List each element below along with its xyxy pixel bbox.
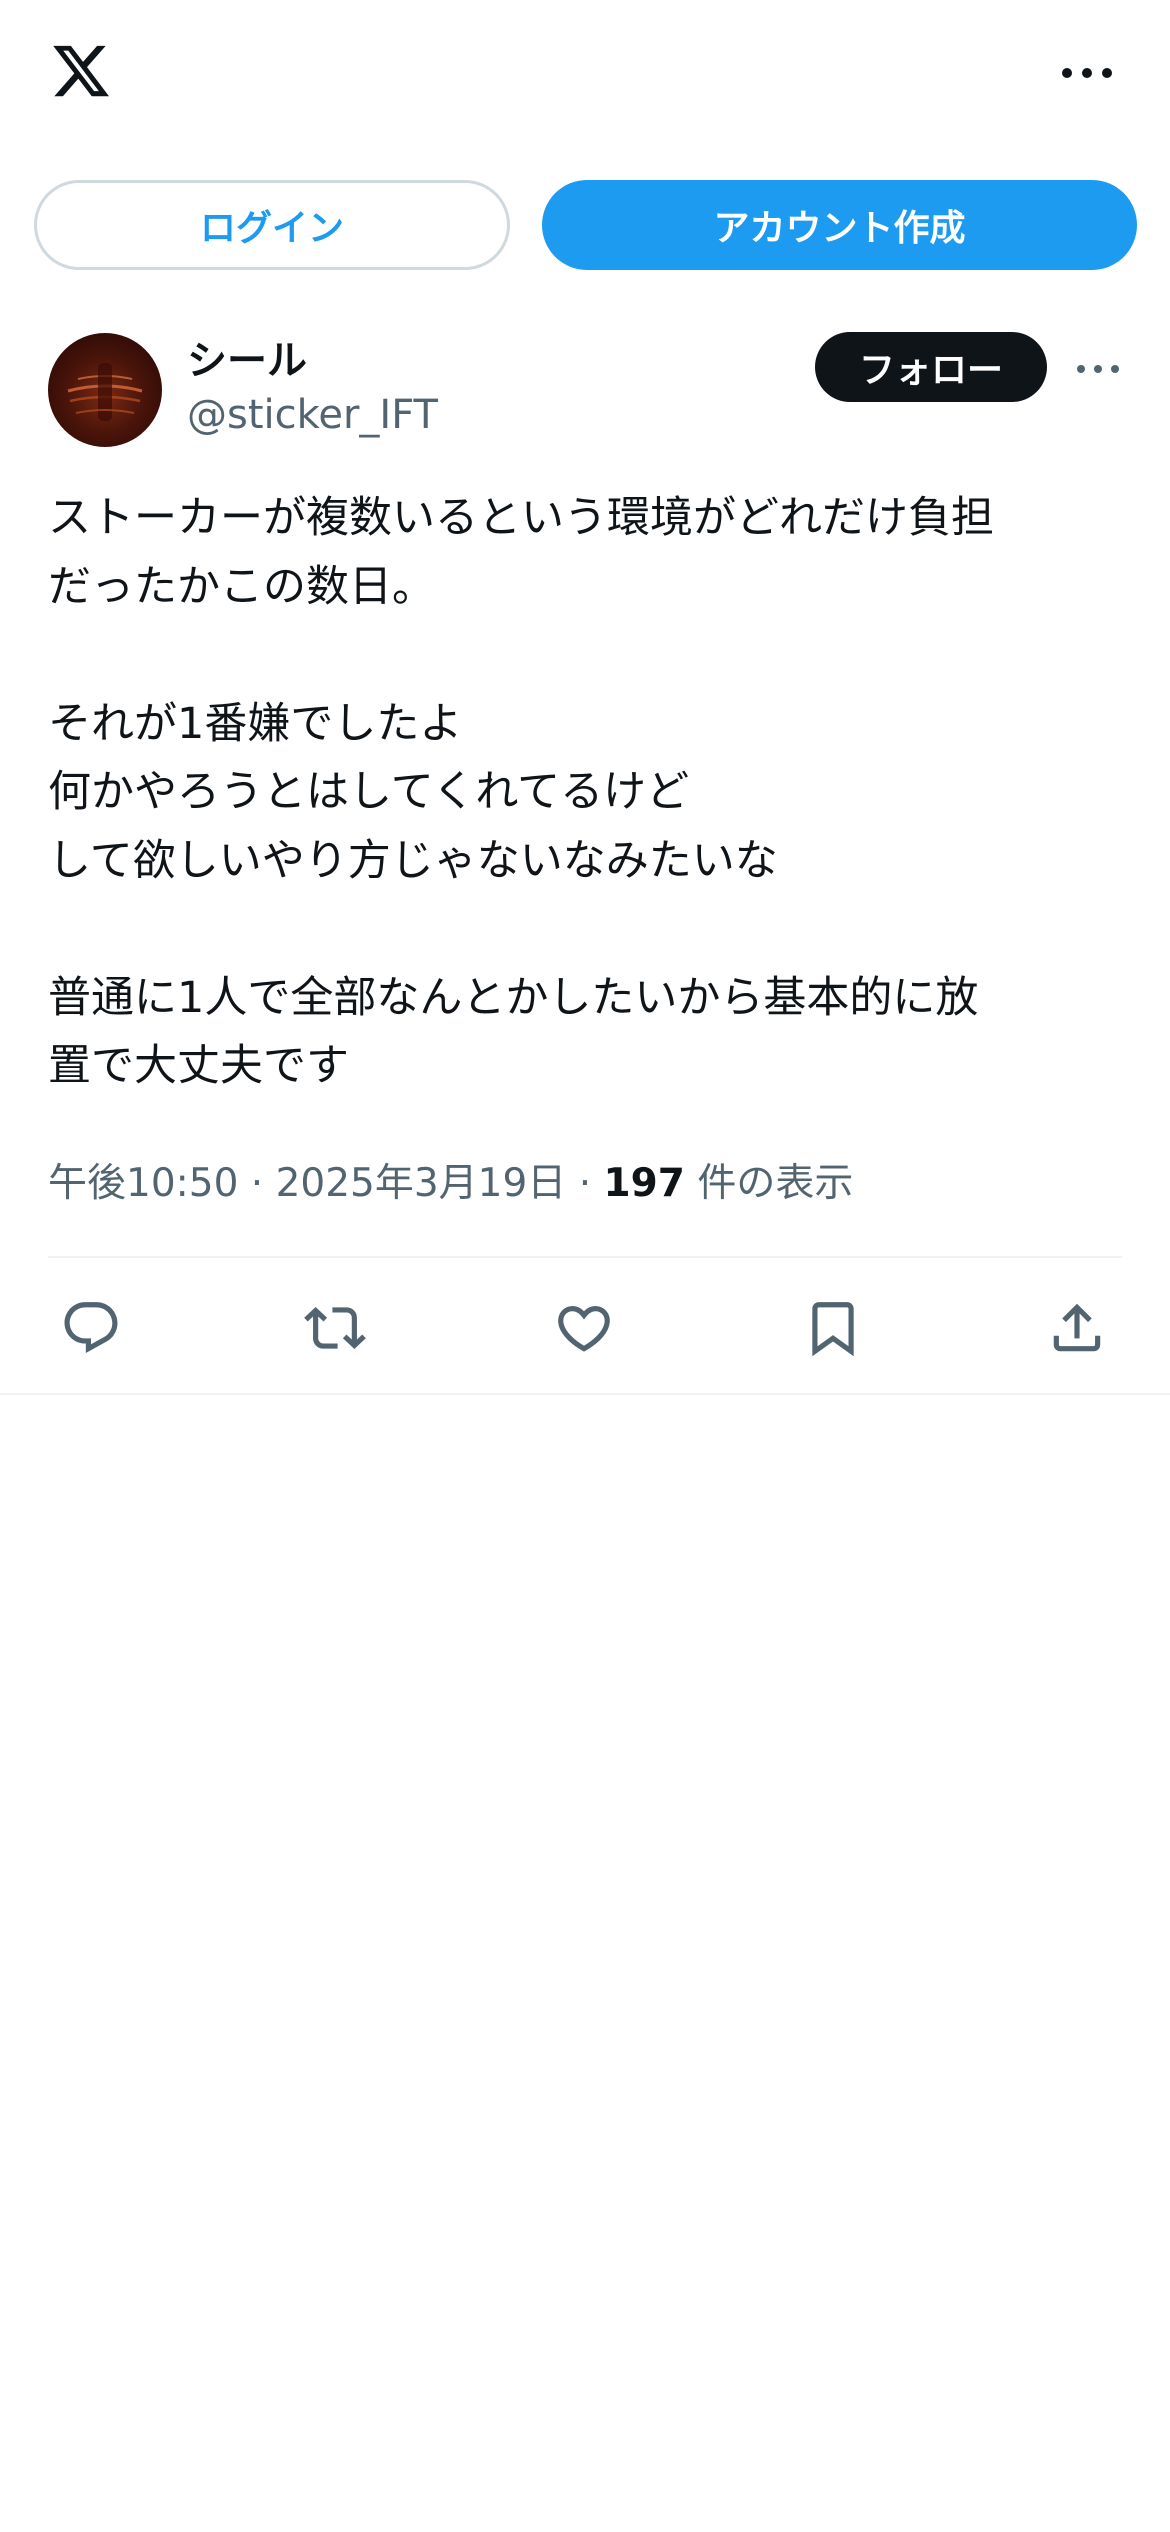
tweet-text-line: ストーカーが複数いるという環境がどれだけ負担 — [48, 493, 994, 543]
tweet-text-line: ​ — [48, 895, 1128, 964]
follow-button[interactable]: フォロー — [815, 332, 1047, 402]
tweet-text-line: 何かやろうとはしてくれてるけど — [48, 767, 690, 817]
create-account-button[interactable]: アカウント作成 — [542, 180, 1137, 270]
more-horizontal-icon[interactable] — [1062, 58, 1112, 88]
reply-icon[interactable] — [60, 1297, 122, 1359]
tweet-text-line: して欲しいやり方じゃないなみたいな — [48, 835, 778, 886]
share-icon[interactable] — [1046, 1297, 1108, 1359]
author-handle[interactable]: @sticker_IFT — [187, 392, 438, 438]
meta-separator: · — [566, 1161, 604, 1206]
meta-separator: · — [238, 1161, 276, 1206]
bookmark-icon[interactable] — [802, 1297, 864, 1359]
tweet-text-line: 置で大丈夫です — [48, 1041, 349, 1091]
views-label: 件の表示 — [684, 1161, 854, 1206]
x-logo-icon[interactable] — [48, 40, 114, 102]
avatar[interactable] — [48, 333, 162, 447]
top-bar — [0, 0, 1170, 150]
tweet-text-line: ​ — [48, 621, 1128, 690]
views-count: 197 — [603, 1161, 685, 1206]
tweet-time[interactable]: 午後10:50 — [48, 1161, 238, 1206]
tweet-text-line: 普通に1人で全部なんとかしたいから基本的に放 — [48, 972, 979, 1023]
divider — [48, 1256, 1122, 1258]
retweet-icon[interactable] — [304, 1297, 366, 1359]
tweet-more-icon[interactable] — [1077, 362, 1119, 376]
page: ログイン アカウント作成 シール @sticker_IFT フォロー ストーカー… — [0, 0, 1170, 2532]
tweet-meta: 午後10:50 · 2025年3月19日 · 197 件の表示 — [48, 1152, 853, 1208]
login-button[interactable]: ログイン — [34, 180, 510, 270]
author-display-name[interactable]: シール — [187, 328, 307, 386]
like-icon[interactable] — [553, 1297, 615, 1359]
tweet-date[interactable]: 2025年3月19日 — [276, 1161, 567, 1206]
tweet-text: ストーカーが複数いるという環境がどれだけ負担 だったかこの数日。 ​ それが1番… — [48, 484, 1128, 1101]
divider — [0, 1393, 1170, 1395]
tweet-text-line: それが1番嫌でしたよ — [48, 698, 463, 749]
tweet-text-line: だったかこの数日。 — [48, 561, 435, 612]
